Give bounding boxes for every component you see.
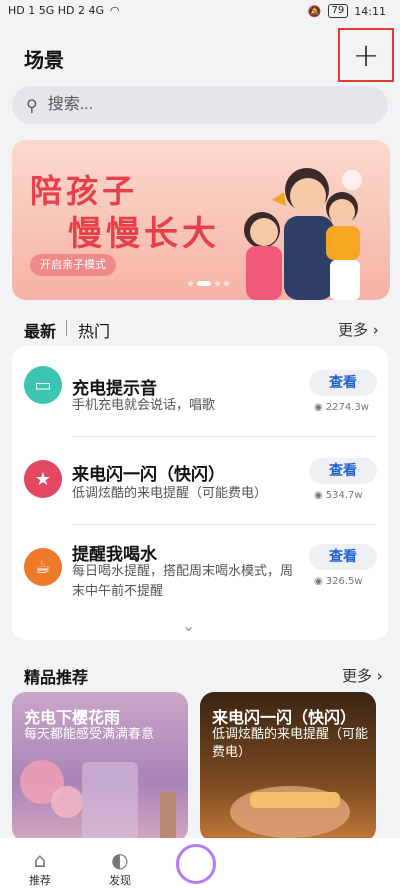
eye-icon: ◉ (314, 576, 323, 587)
scene-list-card: ▭ 充电提示音 手机充电就会说话，唱歌 查看 ◉ 2274.3w ★ 来电闪一闪（… (12, 346, 388, 640)
view-count-text: 2274.3w (325, 402, 369, 413)
more-label: 更多 (342, 667, 373, 685)
page-title: 场景 (24, 48, 64, 72)
sakura-illustration (20, 760, 176, 842)
divider (72, 436, 376, 437)
more-link[interactable]: 更多 › (338, 319, 379, 340)
planet-icon: ◐ (111, 848, 129, 872)
card-title: 来电闪一闪（快闪） (212, 708, 357, 727)
battery-icon: 79 (327, 4, 349, 18)
carousel-dot (224, 281, 229, 286)
family-illustration (244, 168, 362, 300)
divider (72, 524, 376, 525)
chevron-right-icon: › (372, 667, 383, 685)
nav-recommend[interactable]: ⌂ 推荐 (10, 838, 70, 888)
tab-divider (66, 320, 67, 336)
bottom-nav: ⌂ 推荐 ◐ 发现 (0, 838, 400, 888)
home-icon: ⌂ (33, 848, 47, 872)
view-button[interactable]: 查看 (309, 370, 377, 396)
signal-indicators: HD 1 5G HD 2 4G ◠ (8, 4, 120, 17)
view-count: ◉ 534.7w (314, 490, 363, 501)
carousel-dot (215, 281, 220, 286)
nav-label: 发现 (109, 874, 131, 887)
featured-title: 精品推荐 (24, 668, 89, 687)
view-count-text: 326.5w (325, 576, 363, 587)
mute-icon: 🔕 (307, 4, 322, 18)
more-label: 更多 (338, 321, 369, 339)
view-button[interactable]: 查看 (309, 544, 377, 570)
search-input[interactable] (45, 95, 350, 115)
star-icon: ★ (24, 460, 62, 498)
scene-desc: 手机充电就会说话，唱歌 (72, 398, 216, 413)
scene-desc: 低调炫酷的来电提醒（可能费电） (72, 486, 268, 501)
carousel-indicator[interactable] (188, 281, 229, 286)
status-right: 🔕 79 14:11 (308, 4, 386, 18)
cup-icon: ☕ (24, 548, 62, 586)
tab-hot[interactable]: 热门 (78, 318, 110, 342)
scene-name[interactable]: 来电闪一闪（快闪） (72, 460, 225, 485)
view-count: ◉ 2274.3w (314, 402, 369, 413)
scene-desc: 每日喝水提醒，搭配周末喝水模式，周末中午前不提醒 (72, 564, 294, 599)
featured-more-link[interactable]: 更多 › (342, 665, 383, 686)
battery-icon: ▭ (24, 366, 62, 404)
hand-phone-illustration (230, 786, 350, 838)
chevron-right-icon: › (368, 321, 379, 339)
banner-title-line2: 慢慢长大 (68, 214, 220, 254)
chevron-down-icon[interactable]: ⌄ (182, 616, 195, 635)
clock: 14:11 (354, 4, 386, 18)
carousel-dot-active (197, 281, 211, 286)
status-bar: HD 1 5G HD 2 4G ◠ 🔕 79 14:11 (0, 0, 400, 26)
wifi-icon: ◠ (110, 4, 120, 17)
plus-icon: + (352, 36, 380, 74)
search-icon: ⚲ (26, 95, 38, 115)
card-desc: 每天都能感受满满春意 (24, 727, 155, 742)
signal-text: HD 1 5G HD 2 4G (8, 4, 105, 17)
view-button[interactable]: 查看 (309, 458, 377, 484)
nav-label: 推荐 (29, 874, 51, 887)
eye-icon: ◉ (314, 402, 323, 413)
view-count: ◉ 326.5w (314, 576, 363, 587)
assistant-orb-icon[interactable] (176, 844, 216, 884)
card-desc: 低调炫酷的来电提醒（可能费电） (212, 727, 369, 760)
view-count-text: 534.7w (325, 490, 363, 501)
tab-latest[interactable]: 最新 (24, 318, 56, 342)
card-title: 充电下樱花雨 (24, 708, 121, 727)
parent-child-mode-button[interactable]: 开启亲子模式 (30, 254, 116, 276)
banner[interactable]: 陪孩子 慢慢长大 开启亲子模式 (12, 140, 390, 300)
featured-card[interactable]: 来电闪一闪（快闪） 低调炫酷的来电提醒（可能费电） (200, 692, 376, 842)
featured-card[interactable]: 充电下樱花雨 每天都能感受满满春意 (12, 692, 188, 842)
eye-icon: ◉ (314, 490, 323, 501)
nav-discover[interactable]: ◐ 发现 (90, 838, 150, 888)
carousel-dot (188, 281, 193, 286)
search-bar[interactable]: ⚲ (12, 86, 388, 124)
add-scene-button[interactable]: + (338, 28, 394, 82)
